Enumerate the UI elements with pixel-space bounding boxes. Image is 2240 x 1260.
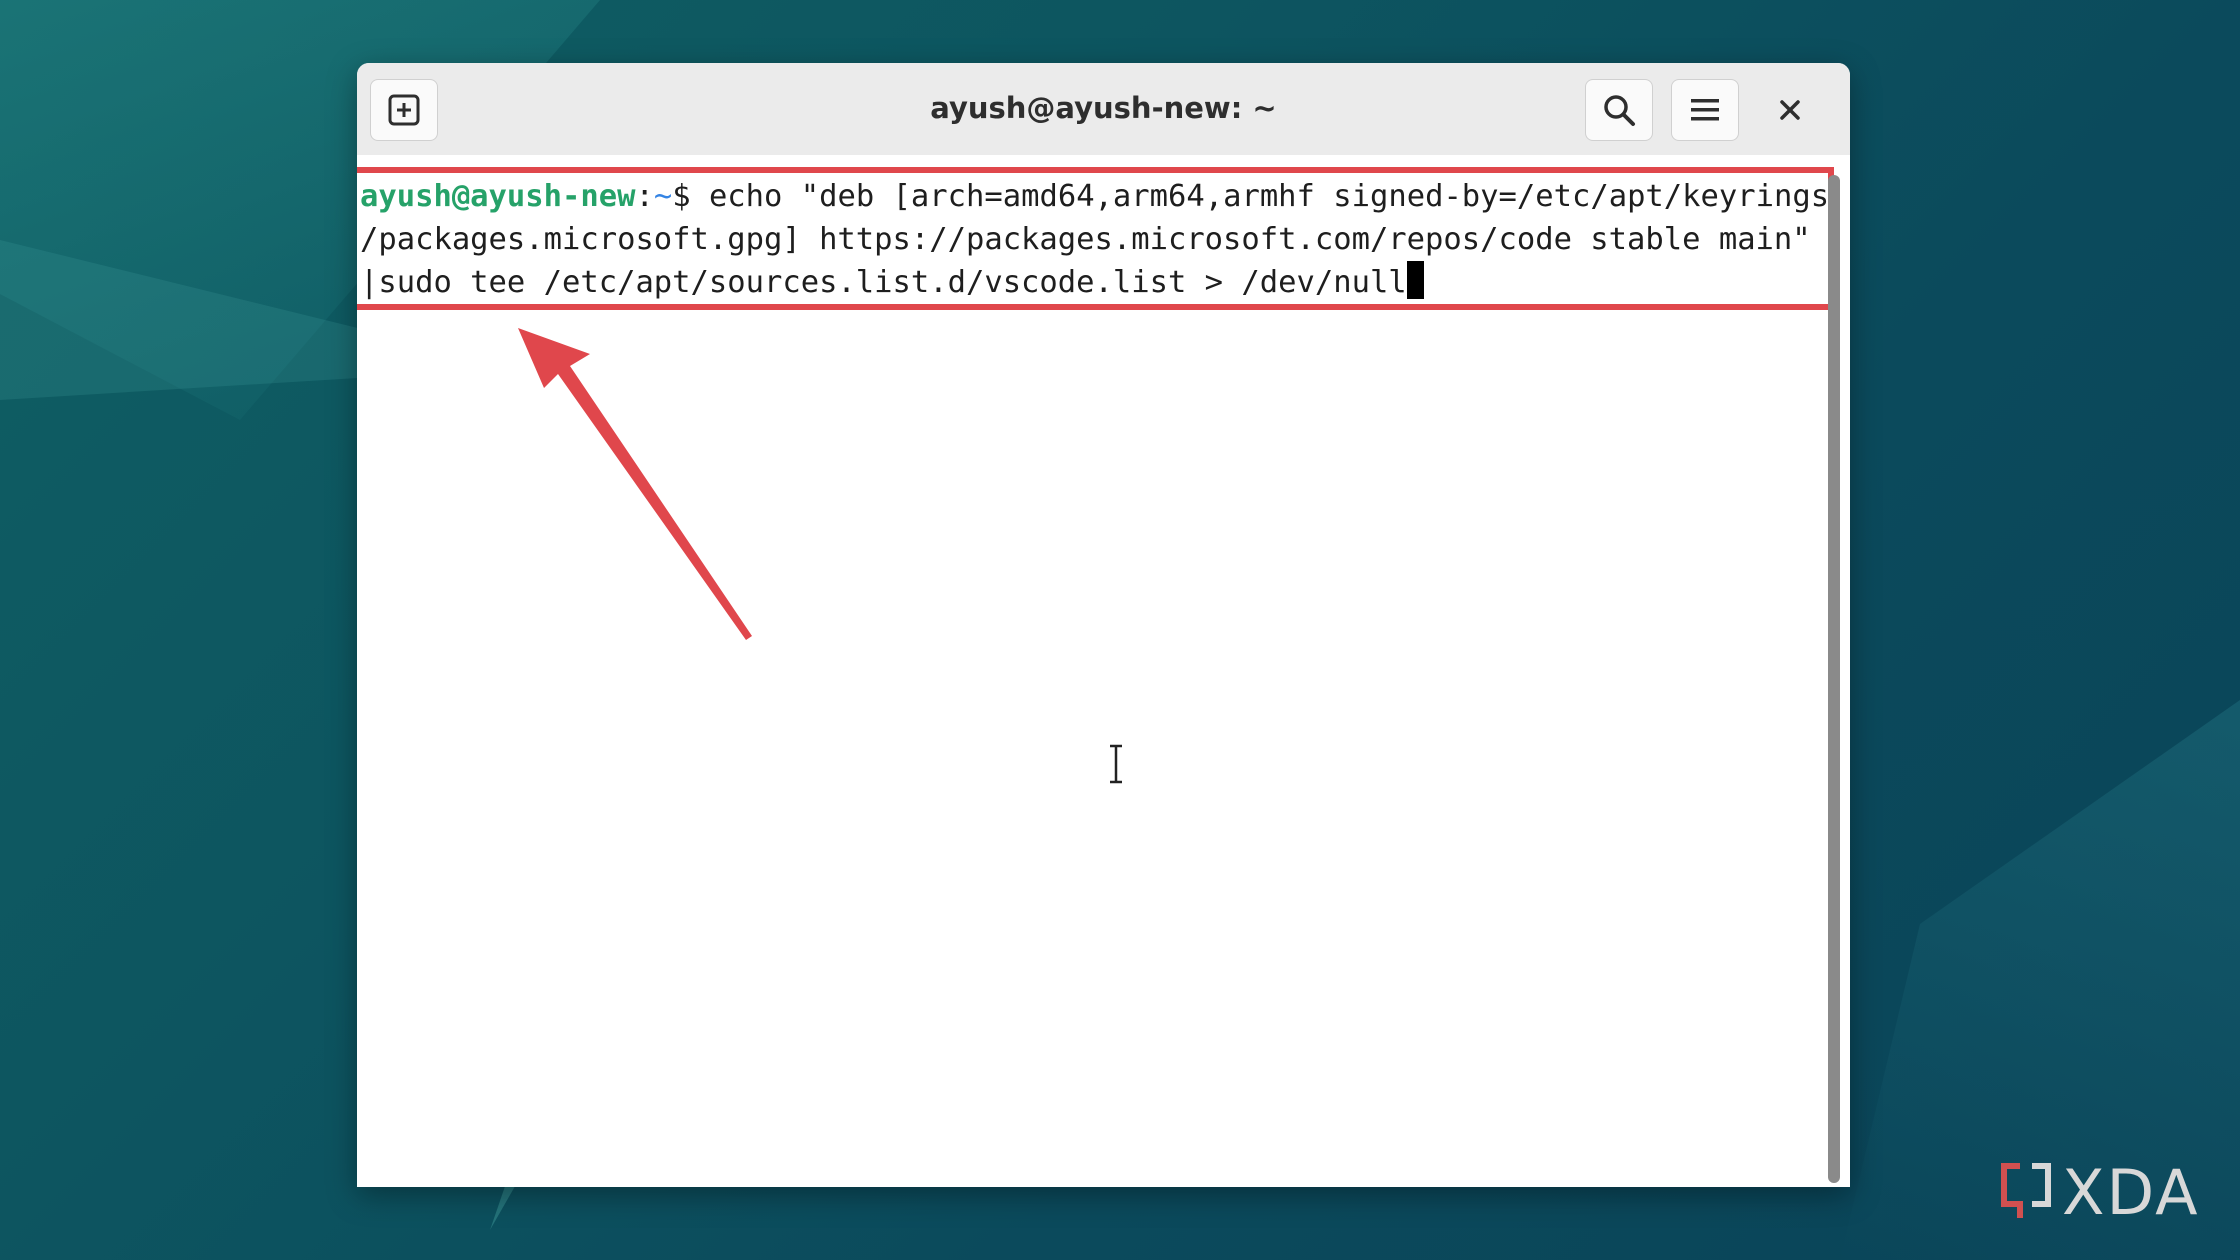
- xda-watermark: XDA: [1998, 1155, 2200, 1229]
- search-button[interactable]: [1585, 79, 1653, 141]
- close-icon: [1780, 100, 1800, 120]
- menu-button[interactable]: [1671, 79, 1739, 141]
- highlight-box: [357, 167, 1834, 310]
- close-button[interactable]: [1759, 79, 1821, 141]
- ibeam-cursor-icon: [1110, 744, 1122, 784]
- search-icon: [1604, 95, 1635, 126]
- annotation-arrow-icon: [518, 328, 752, 640]
- scrollbar[interactable]: [1828, 175, 1840, 1183]
- title-bar: ayush@ayush-new: ~: [357, 63, 1850, 156]
- xda-logo-text: XDA: [2062, 1155, 2200, 1229]
- xda-logo-icon: [2001, 1163, 2051, 1218]
- hamburger-menu-icon: [1691, 99, 1719, 121]
